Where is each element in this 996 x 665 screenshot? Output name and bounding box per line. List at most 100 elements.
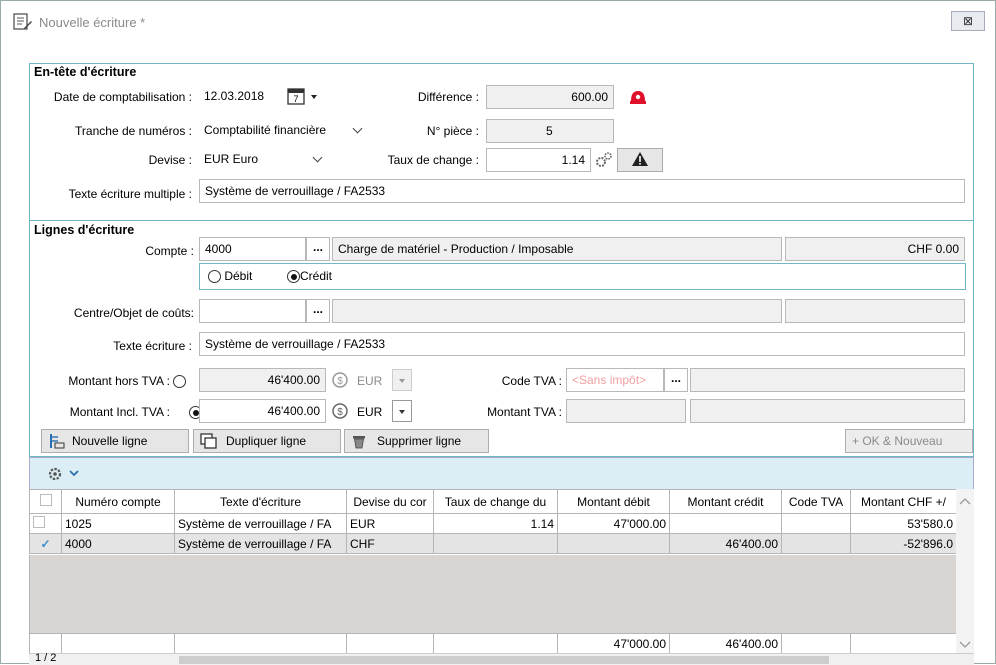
codetva-label: Code TVA : [501, 374, 562, 388]
duplicate-line-label: Dupliquer ligne [226, 434, 307, 448]
cell-chf: -52'896.0 [850, 533, 957, 554]
calendar-icon-day: 7 [293, 94, 298, 104]
grid-empty-area [29, 555, 974, 633]
cell-credit [669, 513, 782, 534]
cell-debit [557, 533, 670, 554]
document-edit-icon [13, 13, 32, 30]
date-value: 12.03.2018 [204, 89, 265, 103]
grid-vertical-scrollbar[interactable] [956, 489, 974, 659]
new-line-label: Nouvelle ligne [72, 434, 148, 448]
ttc-currency-dropdown[interactable] [392, 400, 412, 422]
ok-new-button[interactable]: + OK & Nouveau [845, 429, 973, 453]
grid-totals: 47'000.00 46'400.00 [29, 633, 957, 654]
total-debit: 47'000.00 [557, 633, 670, 654]
centre-lookup-button[interactable]: ... [306, 299, 330, 323]
difference-value: 600.00 [486, 85, 614, 109]
cell-numero: 4000 [61, 533, 175, 554]
centre-description [332, 299, 782, 323]
col-code-tva[interactable]: Code TVA [781, 489, 851, 514]
ht-label: Montant hors TVA : [68, 374, 170, 388]
ht-currency: EUR [357, 374, 383, 388]
montanttva-label: Montant TVA : [487, 405, 562, 419]
gear-icon[interactable] [593, 151, 615, 169]
tranche-value: Comptabilité financière [204, 123, 327, 137]
select-all-checkbox[interactable] [29, 489, 62, 514]
delete-line-button[interactable]: Supprimer ligne [344, 429, 489, 453]
table-row[interactable]: ✓ 4000 Système de verrouillage / FA CHF … [29, 533, 957, 554]
trash-icon [353, 436, 365, 449]
centre-label: Centre/Objet de coûts: [73, 306, 194, 320]
col-texte[interactable]: Texte d'écriture [174, 489, 347, 514]
cell-tva [781, 533, 851, 554]
col-devise[interactable]: Devise du cor [346, 489, 434, 514]
calendar-icon[interactable]: 7 [287, 86, 323, 106]
totals-row: 47'000.00 46'400.00 [29, 633, 957, 654]
ht-currency-dropdown[interactable] [392, 369, 412, 391]
debit-label: Débit [224, 269, 253, 283]
cell-credit: 46'400.00 [669, 533, 782, 554]
ttc-currency: EUR [357, 405, 383, 419]
col-debit[interactable]: Montant débit [557, 489, 670, 514]
devise-select[interactable]: EUR Euro [199, 148, 329, 172]
table-row[interactable]: 1025 Système de verrouillage / FA EUR 1.… [29, 513, 957, 534]
journal-entry-window: Nouvelle écriture * ⊠ En-tête d'écriture… [0, 0, 996, 665]
grid-settings-icon[interactable] [46, 465, 86, 483]
compte-balance: CHF 0.00 [785, 237, 965, 261]
tranche-select[interactable]: Comptabilité financière [199, 119, 369, 143]
codetva-lookup-button[interactable]: ... [664, 368, 688, 392]
scroll-up-icon[interactable] [959, 497, 971, 505]
compte-lookup-button[interactable]: ... [306, 237, 330, 261]
grid-toolbar [29, 457, 974, 489]
alarm-icon [630, 91, 646, 104]
compte-description: Charge de matériel - Production / Imposa… [332, 237, 782, 261]
codetva-input[interactable]: <Sans impôt> [566, 368, 664, 392]
currency-exchange-icon[interactable]: $ [330, 402, 352, 420]
cell-chf: 53'580.0 [850, 513, 957, 534]
centre-input[interactable] [199, 299, 306, 323]
cell-texte: Système de verrouillage / FA [174, 533, 347, 554]
total-credit: 46'400.00 [669, 633, 782, 654]
duplicate-line-button[interactable]: Dupliquer ligne [193, 429, 341, 453]
debit-radio-circle [208, 270, 221, 284]
compte-input[interactable]: 4000 [199, 237, 306, 261]
debit-credit-group: Débit Crédit [199, 263, 966, 290]
cell-devise: CHF [346, 533, 434, 554]
grid-horizontal-scrollbar[interactable] [179, 656, 829, 664]
col-numero-compte[interactable]: Numéro compte [61, 489, 175, 514]
close-button[interactable]: ⊠ [951, 11, 985, 31]
col-montant-chf[interactable]: Montant CHF +/ [850, 489, 957, 514]
row-checkbox[interactable] [29, 513, 62, 534]
debit-radio[interactable]: Débit [208, 269, 253, 284]
lines-section-title: Lignes d'écriture [34, 223, 135, 237]
credit-radio[interactable]: Crédit [287, 269, 333, 284]
taux-input[interactable]: 1.14 [486, 148, 591, 172]
devise-value: EUR Euro [204, 152, 259, 166]
delete-line-label: Supprimer ligne [377, 434, 462, 448]
new-line-icon [50, 434, 65, 449]
difference-label: Différence : [417, 90, 479, 104]
scroll-down-icon[interactable] [959, 641, 971, 649]
new-line-button[interactable]: Nouvelle ligne [41, 429, 189, 453]
cell-numero: 1025 [61, 513, 175, 534]
row-selected-check[interactable]: ✓ [29, 533, 62, 554]
devise-label: Devise : [148, 153, 192, 167]
cell-taux: 1.14 [433, 513, 558, 534]
tranche-label: Tranche de numéros : [75, 124, 192, 138]
texte-multi-input[interactable]: Système de verrouillage / FA2533 [199, 179, 965, 203]
header-section-title: En-tête d'écriture [34, 65, 137, 79]
col-credit[interactable]: Montant crédit [669, 489, 782, 514]
texte-input[interactable]: Système de verrouillage / FA2533 [199, 332, 965, 356]
texte-multi-label: Texte écriture multiple : [68, 187, 192, 201]
texte-label: Texte écriture : [113, 339, 192, 353]
ttc-label: Montant Incl. TVA : [69, 405, 170, 419]
ttc-input[interactable]: 46'400.00 [199, 399, 326, 423]
centre-extra [785, 299, 965, 323]
col-taux[interactable]: Taux de change du [433, 489, 558, 514]
codetva-description [690, 368, 965, 392]
piece-value: 5 [486, 119, 614, 143]
credit-label: Crédit [300, 269, 333, 283]
warning-button[interactable] [617, 148, 663, 172]
title-bar: Nouvelle écriture * ⊠ [1, 1, 995, 39]
grid-status-bar: 1 / 2 [29, 652, 974, 665]
piece-label: N° pièce : [426, 124, 479, 138]
